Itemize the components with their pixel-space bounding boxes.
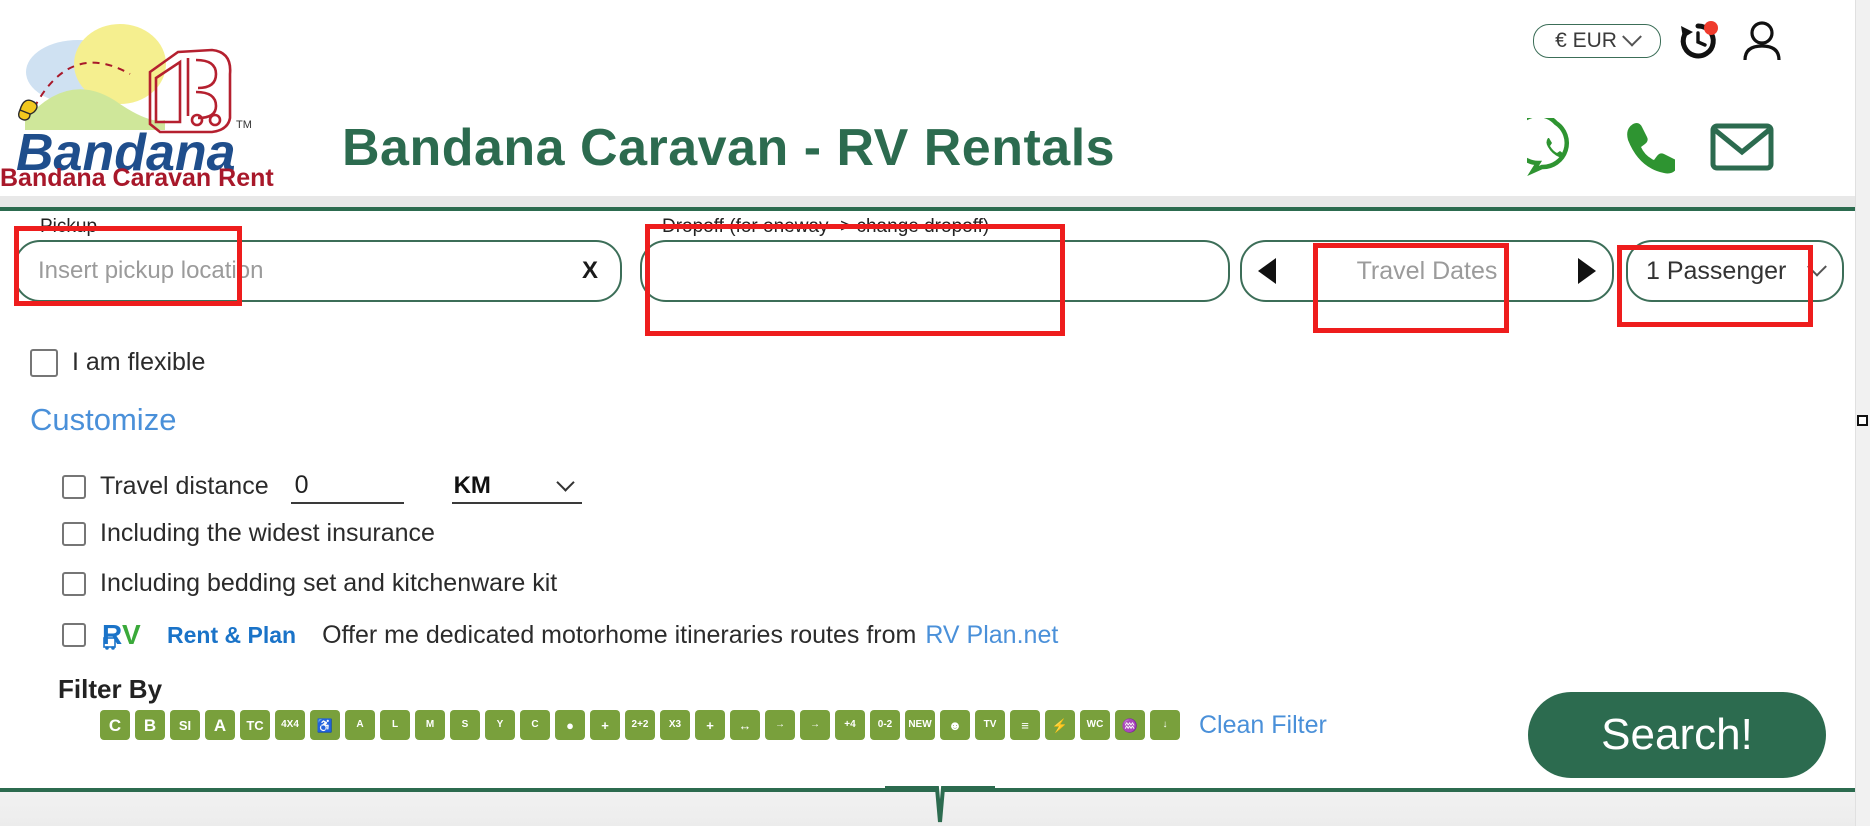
clean-filter-link[interactable]: Clean Filter — [1199, 711, 1327, 740]
filter-icon-family-plus[interactable]: + — [695, 710, 725, 740]
filter-icon-category[interactable]: C — [520, 710, 550, 740]
distance-unit-wrapper[interactable]: KM — [404, 469, 582, 504]
filter-icon-van-medium[interactable]: M — [415, 710, 445, 740]
filter-icon-wheelchair[interactable]: ♿ — [310, 710, 340, 740]
passengers-value: 1 Passenger — [1646, 256, 1787, 285]
history-icon[interactable] — [1675, 18, 1721, 64]
collapse-chevron-icon[interactable] — [885, 786, 995, 824]
logo-tagline: Bandana Caravan Rent — [0, 164, 274, 192]
search-form: Pickup X Dropoff (for oneway -> change d… — [0, 216, 1856, 308]
travel-distance-label: Travel distance — [100, 472, 269, 500]
rv-plan-logo-icon: R V — [102, 619, 141, 650]
bedding-option-row[interactable]: Including bedding set and kitchenware ki… — [62, 569, 557, 598]
page-scrollbar[interactable] — [1855, 0, 1870, 826]
flexible-checkbox[interactable] — [30, 348, 58, 377]
customize-link[interactable]: Customize — [30, 402, 176, 438]
filter-icon-wc[interactable]: WC — [1080, 710, 1110, 740]
bedding-checkbox[interactable] — [62, 571, 86, 596]
filter-icon-2plus2[interactable]: 2+2 — [625, 710, 655, 740]
filter-icon-person-plus[interactable]: + — [590, 710, 620, 740]
rv-plan-wordmark: Rent & Plan — [167, 621, 297, 648]
passengers-select[interactable]: 1 Passenger — [1626, 240, 1844, 302]
filter-icon-shower[interactable]: ♒ — [1115, 710, 1145, 740]
travel-dates-field[interactable]: Travel Dates — [1240, 240, 1614, 302]
filter-icon-electricity[interactable]: ⚡ — [1045, 710, 1075, 740]
filter-icon-van-new[interactable]: NEW — [905, 710, 935, 740]
filter-icon-tv[interactable]: TV — [975, 710, 1005, 740]
travel-distance-checkbox[interactable] — [62, 474, 86, 499]
scrollbar-marker[interactable] — [1857, 415, 1868, 426]
bedding-label: Including bedding set and kitchenware ki… — [100, 569, 558, 597]
travel-distance-input[interactable] — [290, 469, 404, 504]
site-logo[interactable]: TM Bandana Bandana Caravan Rent — [0, 12, 275, 192]
filter-by-title: Filter By — [58, 674, 163, 704]
filter-icon-van-plus4[interactable]: +4 — [835, 710, 865, 740]
filter-icon-b[interactable]: B — [135, 710, 165, 740]
filter-icon-x3[interactable]: X3 — [660, 710, 690, 740]
currency-selector[interactable]: € EUR — [1533, 24, 1661, 58]
distance-unit-select[interactable]: KM — [451, 469, 582, 504]
notification-badge — [1704, 21, 1718, 35]
whatsapp-icon[interactable] — [1511, 112, 1585, 181]
logo-tm: TM — [236, 119, 252, 131]
filter-icon-year[interactable]: Y — [485, 710, 515, 740]
chevron-down-icon — [1807, 256, 1827, 277]
prev-month-arrow-icon[interactable] — [1258, 258, 1276, 284]
svg-text:R: R — [102, 619, 122, 650]
filter-icon-van-small[interactable]: S — [450, 710, 480, 740]
next-month-arrow-icon[interactable] — [1578, 258, 1596, 284]
currency-label: € EUR — [1555, 29, 1617, 52]
pickup-clear-button[interactable]: X — [582, 257, 598, 285]
phone-icon[interactable] — [1619, 118, 1678, 181]
rv-plan-option-row[interactable]: R V Rent & Plan Offer me dedicated motor… — [62, 619, 1058, 651]
rv-plan-text: Offer me dedicated motorhome itineraries… — [322, 620, 917, 649]
filter-icon-si[interactable]: SI — [170, 710, 200, 740]
filter-icon-automatic[interactable]: A — [345, 710, 375, 740]
rv-plan-logo: R V Rent & Plan — [102, 619, 296, 651]
site-header: TM Bandana Bandana Caravan Rent Bandana … — [0, 0, 1856, 211]
page-title: Bandana Caravan - RV Rentals — [342, 119, 1116, 177]
rv-plan-link[interactable]: RV Plan.net — [925, 621, 1058, 650]
header-divider — [0, 207, 1856, 211]
filter-icon-bunk-bed[interactable]: ≡ — [1010, 710, 1040, 740]
filter-icon-list: C B SI A TC 4X4 ♿ A L M S Y C ● +2+2 X3 + ↔ → → +4 0-2 NEW ☻ TV ≡… — [100, 710, 1327, 740]
flexible-option-row[interactable]: I am flexible — [30, 348, 205, 377]
filter-icon-van-0-2[interactable]: 0-2 — [870, 710, 900, 740]
dropoff-input[interactable] — [642, 242, 1228, 300]
filter-icon-circle[interactable]: ● — [555, 710, 585, 740]
insurance-label: Including the widest insurance — [100, 519, 435, 547]
filter-icon-a[interactable]: A — [205, 710, 235, 740]
rv-plan-checkbox[interactable] — [62, 623, 86, 647]
filter-icon-van-down[interactable]: ↓ — [1150, 710, 1180, 740]
header-gray-band — [0, 196, 1856, 207]
filter-icon-van-arrow2[interactable]: → — [800, 710, 830, 740]
filter-icon-4x4[interactable]: 4X4 — [275, 710, 305, 740]
filter-icon-van-large[interactable]: L — [380, 710, 410, 740]
pickup-input[interactable] — [16, 242, 620, 300]
filter-icon-family[interactable]: ☻ — [940, 710, 970, 740]
filter-icon-tc[interactable]: TC — [240, 710, 270, 740]
search-button[interactable]: Search! — [1528, 692, 1826, 778]
filter-icon-bed-width[interactable]: ↔ — [730, 710, 760, 740]
dropoff-field[interactable] — [640, 240, 1230, 302]
svg-text:V: V — [122, 619, 141, 650]
insurance-checkbox[interactable] — [62, 521, 86, 546]
chevron-down-icon — [1622, 26, 1642, 47]
filter-icon-van-arrow[interactable]: → — [765, 710, 795, 740]
travel-distance-row[interactable]: Travel distance KM — [62, 469, 582, 504]
email-icon[interactable] — [1709, 118, 1775, 179]
contact-icons — [1511, 112, 1787, 181]
page-root: TM Bandana Bandana Caravan Rent Bandana … — [0, 0, 1870, 826]
user-icon[interactable] — [1740, 18, 1784, 64]
flexible-label: I am flexible — [72, 348, 206, 376]
travel-dates-placeholder: Travel Dates — [1356, 256, 1498, 285]
pickup-field[interactable]: X — [14, 240, 622, 302]
insurance-option-row[interactable]: Including the widest insurance — [62, 519, 435, 548]
pickup-label: Pickup — [40, 216, 98, 237]
dropoff-label: Dropoff (for oneway -> change dropoff) — [662, 216, 990, 237]
filter-icon-c[interactable]: C — [100, 710, 130, 740]
